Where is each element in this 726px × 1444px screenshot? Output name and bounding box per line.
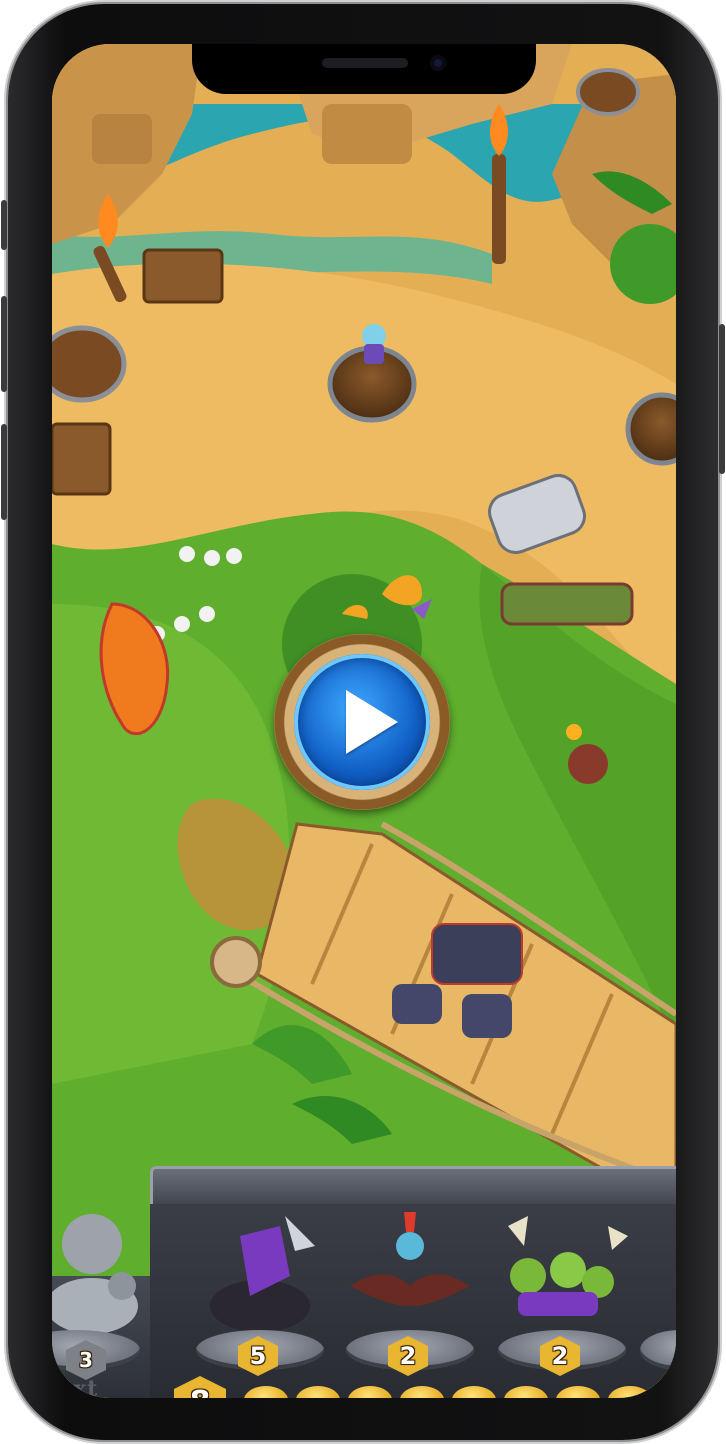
- front-camera: [430, 55, 446, 71]
- earpiece-speaker: [322, 58, 408, 68]
- panther-rider-figure: [210, 1216, 315, 1332]
- next-card-label: ext: [58, 1376, 99, 1398]
- play-icon: [346, 690, 398, 754]
- card-hand-tray: 3 5 2 2 ext: [52, 1166, 676, 1398]
- barrel: [52, 325, 127, 403]
- enemy-tower-unit: [364, 344, 384, 364]
- play-video-button[interactable]: [274, 634, 450, 810]
- grunt-squad-unit: [500, 582, 634, 626]
- power-button: [719, 324, 725, 474]
- stone-golem-unit: [462, 994, 512, 1038]
- game-screen: 3 5 2 2 ext: [52, 44, 676, 1398]
- rock: [92, 114, 152, 164]
- barrel: [576, 68, 640, 116]
- stone-golem-unit: [392, 984, 442, 1024]
- rope-post: [210, 936, 262, 988]
- torch-thrower-flame: [566, 724, 582, 740]
- device-notch: [192, 44, 536, 94]
- mute-switch: [1, 200, 7, 250]
- stone-golem-unit: [431, 923, 523, 985]
- hand-card-1[interactable]: 5: [190, 1206, 330, 1396]
- wooden-crate: [52, 422, 112, 496]
- wooden-crate: [142, 248, 224, 304]
- volume-down-button: [1, 424, 7, 520]
- hand-card-2[interactable]: 2: [340, 1206, 480, 1396]
- goblin-squad-figure: [508, 1216, 628, 1316]
- hand-card-0[interactable]: 3: [52, 1226, 152, 1380]
- torch-post: [492, 154, 506, 264]
- volume-up-button: [1, 296, 7, 392]
- tray-rim: [150, 1166, 676, 1209]
- play-button-face: [294, 654, 430, 790]
- hand-card-3[interactable]: 2: [488, 1206, 638, 1396]
- tower-base: [625, 392, 676, 466]
- torch-thrower-unit: [568, 744, 608, 784]
- bat-rider-figure: [350, 1212, 470, 1306]
- rock: [322, 104, 412, 164]
